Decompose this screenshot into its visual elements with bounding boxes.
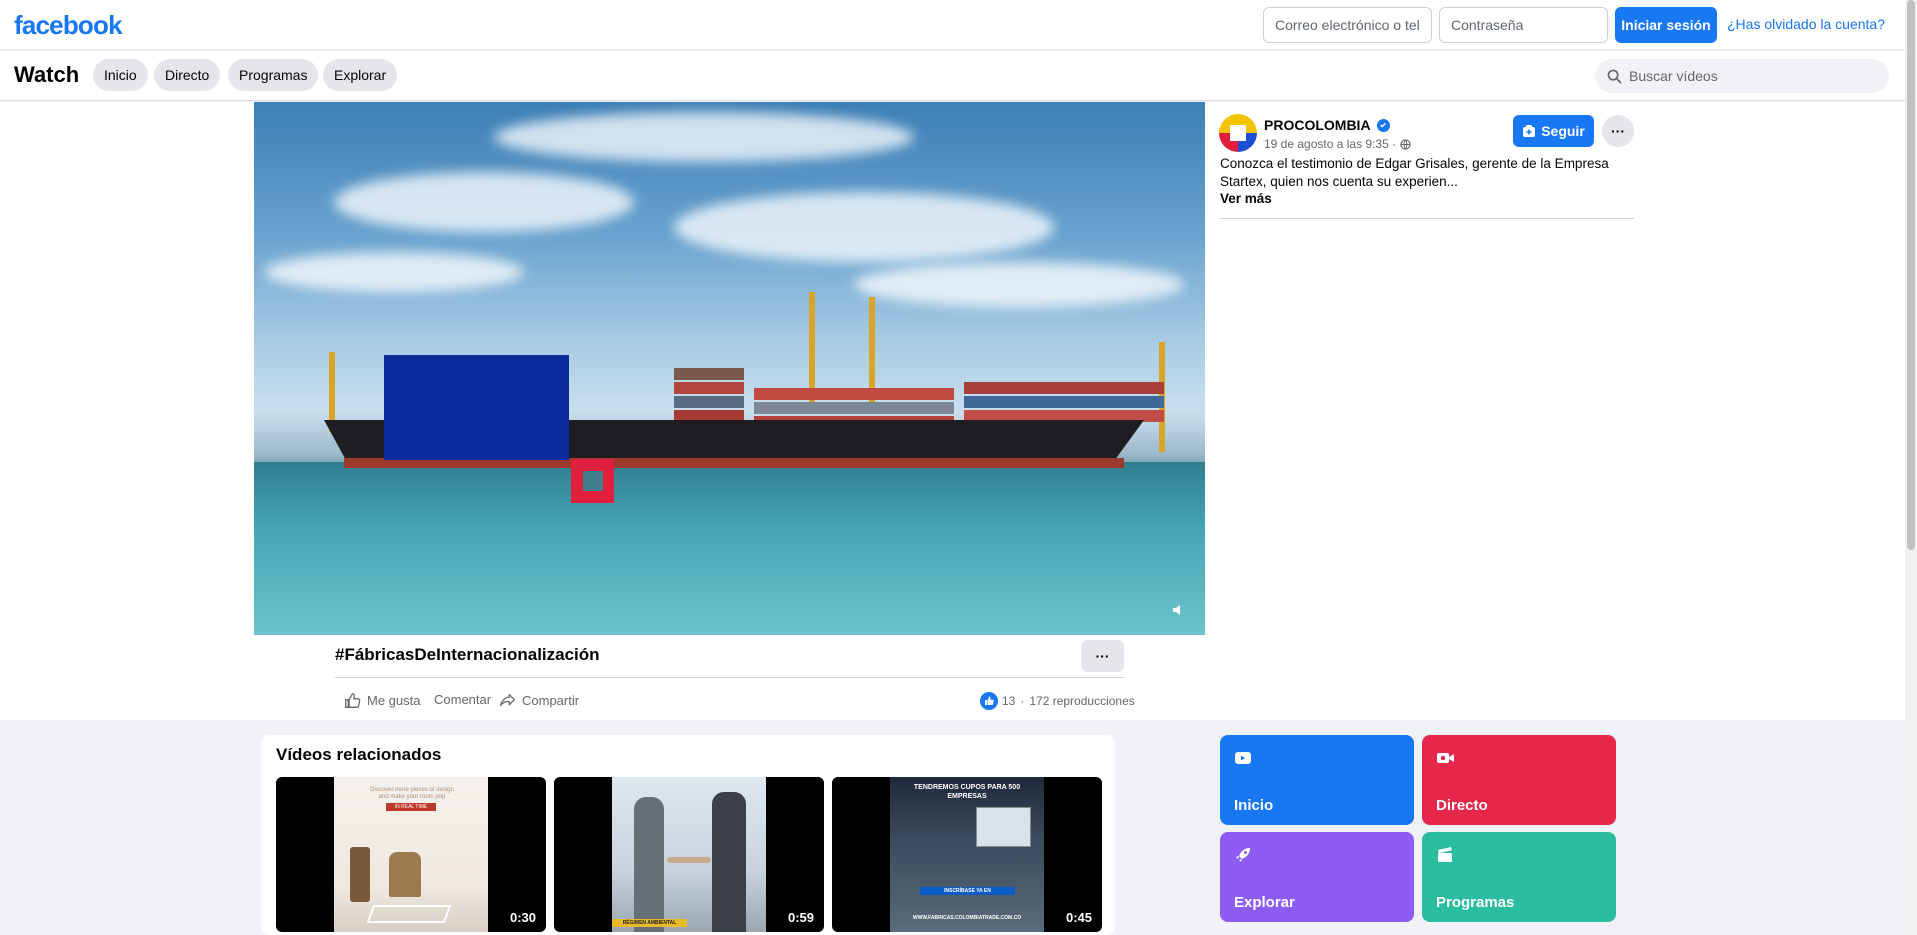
password-field[interactable]: Contraseña <box>1439 7 1608 43</box>
thumbnail-caption: Discover more pieces of design and make … <box>370 787 454 800</box>
video-icon <box>1235 752 1251 764</box>
related-videos-panel: Vídeos relacionados Discover more pieces… <box>261 735 1115 935</box>
views-count: 172 reproducciones <box>1029 694 1135 708</box>
divider <box>1220 218 1634 219</box>
related-video-thumbnail[interactable]: TENDREMOS CUPOS PARA 500 EMPRESAS INSCRÍ… <box>832 777 1102 932</box>
nav-tile-label: Programas <box>1436 894 1515 911</box>
comment-button[interactable]: Comentar <box>434 692 491 707</box>
scrollbar-thumb[interactable] <box>1907 0 1915 550</box>
clapper-icon <box>1438 847 1452 862</box>
thumbnail-badge: IN REAL TIME <box>386 803 436 811</box>
forgot-account-link[interactable]: ¿Has olvidado la cuenta? <box>1727 16 1885 32</box>
share-button[interactable]: Compartir <box>499 692 579 709</box>
nav-tile-label: Directo <box>1436 797 1488 814</box>
nav-tile-programas[interactable]: Programas <box>1422 832 1616 922</box>
video-stats: 13 · 172 reproducciones <box>980 692 1135 710</box>
like-label: Me gusta <box>367 693 421 708</box>
likes-count[interactable]: 13 <box>1002 694 1015 708</box>
see-more-link[interactable]: Ver más <box>1220 191 1272 206</box>
video-thumbnail-image: RÉGIMEN AMBIENTAL <box>612 777 766 932</box>
tab-directo[interactable]: Directo <box>154 59 221 91</box>
page-name[interactable]: PROCOLOMBIA <box>1264 117 1390 133</box>
like-button[interactable]: Me gusta <box>344 692 420 709</box>
globe-icon <box>1400 138 1411 150</box>
verified-icon <box>1376 118 1390 132</box>
video-player[interactable] <box>254 102 1205 635</box>
comment-label: Comentar <box>434 692 492 707</box>
tab-programas[interactable]: Programas <box>228 59 319 91</box>
follow-button[interactable]: Seguir <box>1513 115 1594 147</box>
rocket-icon <box>1236 848 1250 862</box>
video-title: #FábricasDeInternacionalización <box>335 645 600 664</box>
watch-title[interactable]: Watch <box>14 62 79 88</box>
tab-explorar[interactable]: Explorar <box>323 59 398 91</box>
page-name-label: PROCOLOMBIA <box>1264 117 1371 133</box>
avatar[interactable] <box>1219 114 1257 152</box>
thumbnail-url: WWW.FABRICAS.COLOMBIATRADE.COM.CO <box>912 915 1022 921</box>
mute-icon[interactable] <box>1171 602 1187 623</box>
nav-tile-label: Explorar <box>1234 894 1295 911</box>
related-video-thumbnail[interactable]: RÉGIMEN AMBIENTAL 0:59 <box>554 777 824 932</box>
facebook-logo[interactable]: facebook <box>14 10 123 41</box>
nav-tile-explorar[interactable]: Explorar <box>1220 832 1414 922</box>
login-button[interactable]: Iniciar sesión <box>1615 7 1717 43</box>
post-description: Conozca el testimonio de Edgar Grisales,… <box>1220 156 1609 189</box>
nav-tile-directo[interactable]: Directo <box>1422 735 1616 825</box>
post-date-label: 19 de agosto a las 9:35 · <box>1264 137 1397 151</box>
thumbs-up-icon <box>345 693 361 708</box>
thumbnail-badge: RÉGIMEN AMBIENTAL <box>612 919 687 927</box>
video-duration: 0:30 <box>509 910 536 925</box>
nav-tile-label: Inicio <box>1234 797 1274 814</box>
email-field[interactable]: Correo electrónico o tel <box>1263 7 1432 43</box>
divider <box>335 677 1124 678</box>
live-icon <box>1437 753 1454 763</box>
video-thumbnail-image: Discover more pieces of design and make … <box>334 777 488 932</box>
thumbnail-headline: TENDREMOS CUPOS PARA 500 EMPRESAS <box>913 784 1021 800</box>
related-videos-title: Vídeos relacionados <box>276 745 442 764</box>
thumbnail-cta: INSCRÍBASE YA EN <box>920 887 1015 895</box>
post-date[interactable]: 19 de agosto a las 9:35 · <box>1264 137 1411 151</box>
post-more-button[interactable]: ··· <box>1602 115 1634 147</box>
share-icon <box>500 693 515 707</box>
search-icon <box>1607 69 1622 83</box>
video-more-button[interactable]: ··· <box>1081 640 1124 672</box>
video-duration: 0:45 <box>1065 910 1092 925</box>
page-scrollbar[interactable] <box>1905 0 1917 935</box>
video-logo-overlay <box>384 355 569 460</box>
related-video-thumbnail[interactable]: Discover more pieces of design and make … <box>276 777 546 932</box>
video-logo-overlay-red <box>571 459 614 503</box>
follow-page-icon <box>1523 125 1536 137</box>
search-placeholder: Buscar vídeos <box>1629 68 1718 84</box>
video-thumbnail-image: TENDREMOS CUPOS PARA 500 EMPRESAS INSCRÍ… <box>890 777 1044 932</box>
like-reaction-icon[interactable] <box>980 692 998 710</box>
watch-header: Watch Inicio Directo Programas Explorar … <box>0 51 1905 101</box>
tab-inicio[interactable]: Inicio <box>93 59 148 91</box>
search-input[interactable]: Buscar vídeos <box>1595 59 1889 93</box>
top-navigation-bar: facebook Correo electrónico o tel Contra… <box>0 0 1905 50</box>
video-duration: 0:59 <box>787 910 814 925</box>
share-label: Compartir <box>522 693 580 708</box>
nav-tile-inicio[interactable]: Inicio <box>1220 735 1414 825</box>
follow-label: Seguir <box>1541 123 1585 139</box>
